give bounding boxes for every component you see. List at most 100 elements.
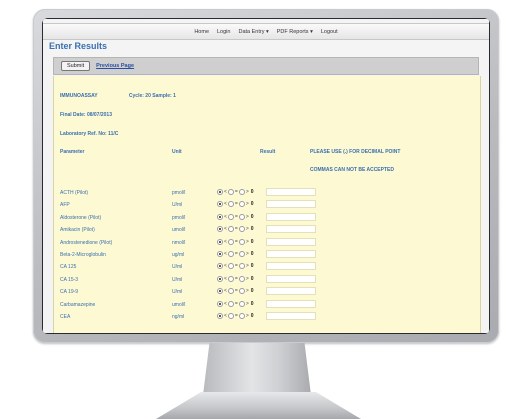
parameter-name: Amikacin (Pilot): [60, 227, 95, 234]
equal-symbol: =: [234, 213, 238, 220]
parameter-name: Aldosterone (Pilot): [60, 214, 102, 221]
nav-pdf-reports[interactable]: PDF Reports ▾: [277, 29, 313, 35]
equal-symbol: =: [234, 201, 238, 208]
radio-greater-than[interactable]: [238, 201, 245, 208]
less-than-symbol: <: [224, 313, 227, 319]
nav-logout[interactable]: Logout: [321, 29, 338, 35]
radio-equal[interactable]: [227, 238, 234, 245]
radio-less-than[interactable]: [217, 288, 223, 295]
result-input[interactable]: [266, 212, 316, 221]
radio-less-than[interactable]: [217, 263, 223, 270]
parameter-unit: U/ml: [172, 289, 183, 296]
result-input[interactable]: [266, 250, 316, 258]
comparator-group: < = >0: [217, 300, 254, 307]
radio-equal[interactable]: [227, 226, 234, 233]
parameter-name: CA 15-3: [60, 276, 79, 283]
parameter-unit: umol/l: [172, 301, 186, 308]
radio-greater-than[interactable]: [238, 288, 245, 295]
equal-symbol: =: [234, 275, 238, 282]
comparator-group: < = >0: [217, 213, 254, 220]
result-value: 0: [250, 263, 254, 270]
radio-equal[interactable]: [227, 275, 234, 282]
radio-equal[interactable]: [227, 201, 234, 208]
result-input[interactable]: [266, 262, 316, 271]
radio-less-than[interactable]: [217, 213, 223, 220]
radio-equal[interactable]: [227, 213, 234, 220]
result-input[interactable]: [266, 312, 316, 320]
submit-button[interactable]: Submit: [61, 61, 91, 71]
greater-than-symbol: >: [245, 238, 249, 245]
result-input[interactable]: [266, 299, 316, 308]
equal-symbol: =: [234, 263, 238, 270]
radio-greater-than[interactable]: [238, 238, 245, 245]
radio-less-than[interactable]: [217, 201, 223, 208]
result-input[interactable]: [266, 188, 316, 196]
equal-symbol: =: [234, 300, 238, 307]
equal-symbol: =: [234, 251, 238, 257]
result-row: Amikacin (Pilot) umol/l < = >0: [54, 225, 480, 235]
result-input[interactable]: [266, 237, 316, 246]
greater-than-symbol: >: [245, 313, 249, 319]
parameter-unit: ng/ml: [172, 314, 185, 320]
result-input[interactable]: [266, 287, 316, 296]
parameter-unit: pmol/l: [172, 214, 186, 221]
monitor-bezel: Home Login Data Entry ▾ PDF Reports ▾ Lo…: [42, 18, 490, 334]
greater-than-symbol: >: [245, 213, 249, 220]
comparator-group: < = >0: [217, 189, 254, 195]
radio-less-than[interactable]: [217, 313, 223, 319]
header-parameter: Parameter: [60, 149, 85, 155]
radio-equal[interactable]: [227, 189, 234, 195]
radio-less-than[interactable]: [217, 251, 223, 257]
comparator-group: < = >0: [217, 263, 254, 270]
radio-less-than[interactable]: [217, 300, 223, 307]
result-row: Androstenedione (Pilot) nmol/l < = >0: [54, 237, 480, 248]
parameter-unit: U/ml: [172, 202, 183, 209]
radio-greater-than[interactable]: [238, 213, 245, 220]
less-than-symbol: <: [224, 189, 227, 195]
result-input[interactable]: [266, 225, 316, 234]
result-row: Carbamazepine umol/l < = >0: [54, 299, 480, 310]
less-than-symbol: <: [224, 238, 227, 245]
result-row: AFP U/ml < = >0: [54, 200, 480, 210]
radio-equal[interactable]: [227, 263, 234, 270]
result-value: 0: [250, 313, 254, 319]
result-input[interactable]: [266, 274, 316, 283]
nav-home[interactable]: Home: [194, 29, 209, 35]
radio-less-than[interactable]: [217, 238, 223, 245]
greater-than-symbol: >: [245, 300, 249, 307]
radio-less-than[interactable]: [217, 189, 223, 195]
equal-symbol: =: [234, 313, 238, 319]
nav-login[interactable]: Login: [217, 29, 230, 35]
radio-greater-than[interactable]: [238, 189, 245, 195]
comparator-group: < = >0: [217, 313, 254, 319]
equal-symbol: =: [234, 238, 238, 245]
radio-less-than[interactable]: [217, 226, 223, 233]
lab-ref: Laboratory Ref. No: 11/C: [60, 131, 119, 137]
less-than-symbol: <: [224, 213, 227, 220]
result-row: CA 15-3 U/ml < = >0: [54, 274, 480, 285]
result-value: 0: [250, 189, 254, 195]
radio-greater-than[interactable]: [238, 263, 245, 270]
parameter-unit: nmol/l: [172, 239, 186, 246]
equal-symbol: =: [234, 288, 238, 295]
nav-data-entry[interactable]: Data Entry ▾: [238, 29, 268, 35]
radio-equal[interactable]: [227, 288, 234, 295]
cycle-sample: Cycle: 20 Sample: 1: [128, 93, 176, 99]
radio-greater-than[interactable]: [238, 226, 245, 233]
result-value: 0: [250, 226, 254, 233]
radio-greater-than[interactable]: [238, 275, 245, 282]
result-row: CA 19-9 U/ml < = >0: [54, 287, 480, 297]
radio-equal[interactable]: [227, 313, 234, 319]
radio-less-than[interactable]: [217, 275, 223, 282]
decimal-note: PLEASE USE (.) FOR DECIMAL POINT: [310, 149, 401, 155]
previous-page-link[interactable]: Previous Page: [96, 63, 134, 69]
radio-greater-than[interactable]: [238, 313, 245, 319]
radio-equal[interactable]: [227, 251, 234, 257]
radio-greater-than[interactable]: [238, 300, 245, 307]
radio-greater-than[interactable]: [238, 251, 245, 257]
monitor-stand-neck: [203, 343, 311, 395]
greater-than-symbol: >: [245, 251, 249, 257]
radio-equal[interactable]: [227, 300, 234, 307]
monitor-frame: Home Login Data Entry ▾ PDF Reports ▾ Lo…: [33, 9, 499, 343]
result-input[interactable]: [266, 200, 316, 209]
